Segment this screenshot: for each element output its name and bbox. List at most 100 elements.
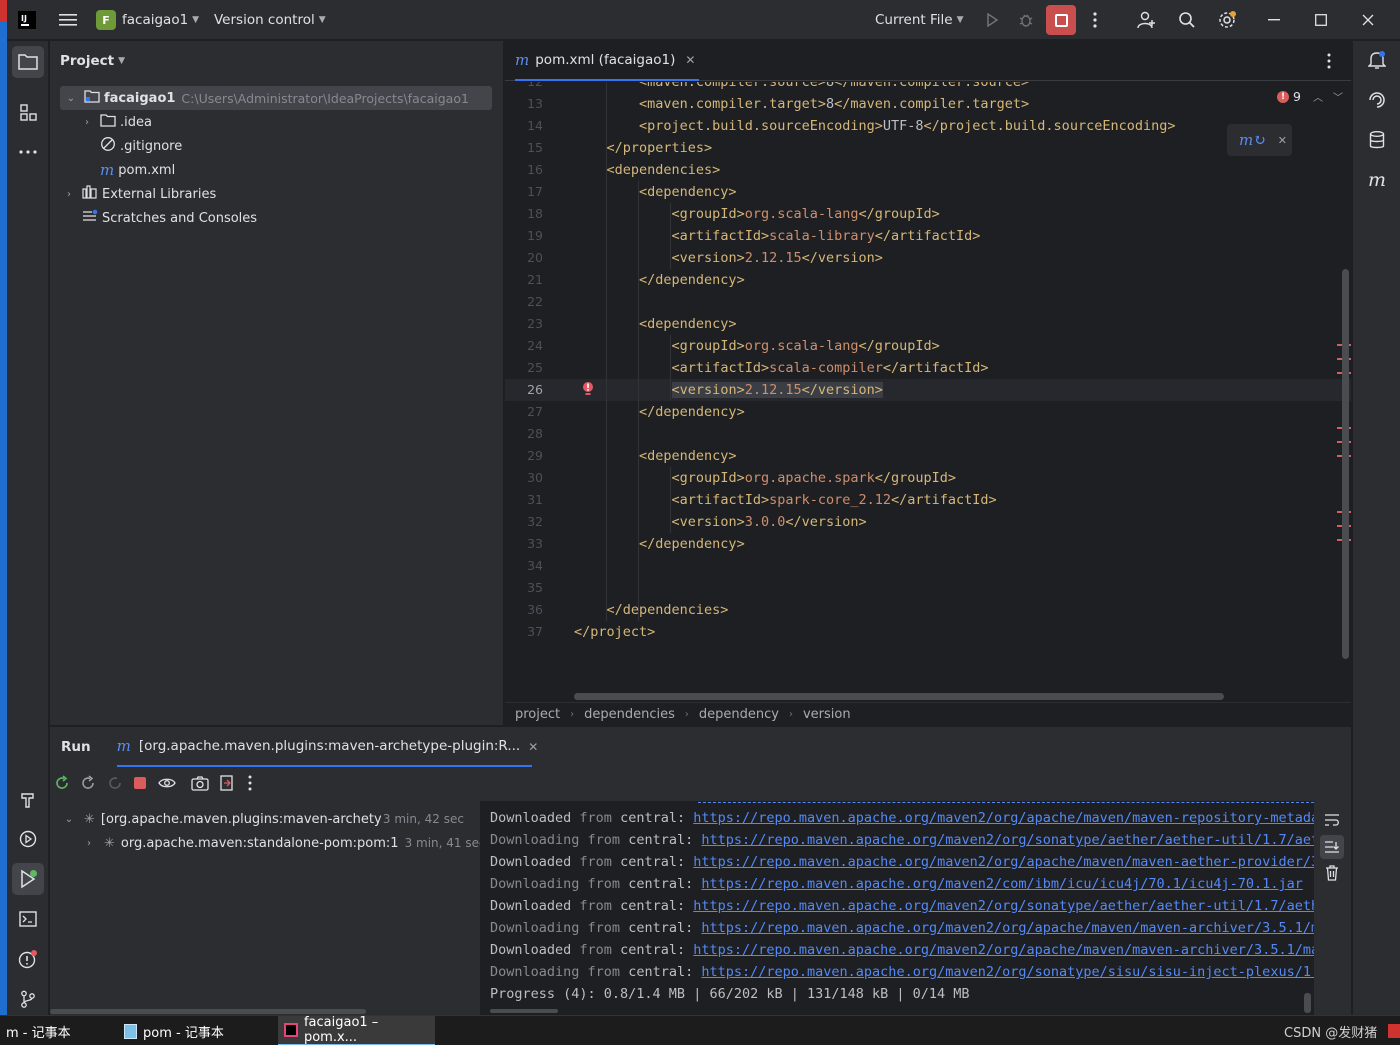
tree-item-pom[interactable]: m pom.xml bbox=[100, 158, 175, 182]
rerun-icon[interactable] bbox=[54, 775, 70, 795]
run-tree-item[interactable]: ⌄ ✳ [org.apache.maven.plugins:maven-arch… bbox=[62, 807, 464, 831]
ai-assistant-icon[interactable] bbox=[1361, 84, 1393, 116]
horizontal-scrollbar[interactable] bbox=[50, 1009, 366, 1014]
clear-trash-icon[interactable] bbox=[1325, 865, 1339, 885]
more-tools-icon[interactable] bbox=[12, 136, 44, 168]
project-panel-header[interactable]: Project ▼ bbox=[60, 51, 125, 71]
database-icon[interactable] bbox=[1361, 124, 1393, 156]
problems-icon[interactable] bbox=[12, 943, 44, 975]
taskbar-item-notepad-pom[interactable]: pom - 记事本 bbox=[118, 1016, 270, 1045]
vertical-scrollbar[interactable] bbox=[1304, 993, 1311, 1013]
project-switcher[interactable]: F facaigao1 ▼ bbox=[96, 0, 199, 40]
build-hammer-icon[interactable] bbox=[12, 783, 44, 815]
settings-gear-icon[interactable] bbox=[1214, 7, 1240, 33]
console-link[interactable]: https://repo.maven.apache.org/maven2/org… bbox=[701, 920, 1314, 936]
main-menu-icon[interactable] bbox=[55, 7, 81, 33]
project-name: facaigao1 bbox=[122, 12, 189, 28]
tree-item-label: .idea bbox=[120, 114, 152, 130]
run-tree-item[interactable]: › ✳ org.apache.maven:standalone-pom:pom:… bbox=[82, 831, 486, 855]
inspection-widget[interactable]: ! 9 ︿ ﹀ bbox=[1277, 89, 1343, 104]
console-link[interactable]: https://repo.maven.apache.org/maven2/org… bbox=[693, 898, 1314, 914]
close-tab-icon[interactable]: ✕ bbox=[685, 53, 695, 67]
eye-icon[interactable] bbox=[158, 775, 176, 795]
more-actions-icon[interactable] bbox=[248, 775, 252, 795]
camera-icon[interactable] bbox=[191, 775, 209, 795]
console-link[interactable]: https://repo.maven.apache.org/maven2/org… bbox=[693, 942, 1314, 958]
chevron-right-icon[interactable]: › bbox=[82, 838, 96, 849]
minimize-window-icon[interactable] bbox=[1261, 7, 1287, 33]
chevron-right-icon[interactable]: › bbox=[62, 189, 76, 200]
close-popup-icon[interactable]: ✕ bbox=[1278, 134, 1287, 147]
tree-item-external-libraries[interactable]: › External Libraries bbox=[62, 182, 216, 206]
next-error-icon[interactable]: ﹀ bbox=[1333, 89, 1343, 104]
restart-icon[interactable] bbox=[107, 775, 123, 795]
run-config-selector[interactable]: Current File ▼ bbox=[875, 0, 964, 40]
run-tab[interactable]: m [org.apache.maven.plugins:maven-archet… bbox=[116, 727, 533, 767]
notifications-bell-icon[interactable] bbox=[1361, 44, 1393, 76]
git-icon[interactable] bbox=[12, 983, 44, 1015]
soft-wrap-icon[interactable] bbox=[1324, 813, 1340, 831]
services-icon[interactable] bbox=[12, 823, 44, 855]
breadcrumb-item[interactable]: dependencies bbox=[584, 707, 675, 722]
console-output[interactable]: Downloaded from central: https://repo.ma… bbox=[480, 801, 1314, 1016]
taskbar-item-notepad-m[interactable]: m - 记事本 bbox=[0, 1016, 110, 1045]
chevron-right-icon[interactable]: › bbox=[80, 117, 94, 128]
close-window-icon[interactable] bbox=[1355, 7, 1381, 33]
editor-more-icon[interactable] bbox=[1327, 53, 1331, 73]
load-maven-changes-icon[interactable]: m↻ bbox=[1239, 131, 1266, 149]
previous-error-icon[interactable]: ︿ bbox=[1313, 89, 1323, 104]
tree-item-scratches[interactable]: Scratches and Consoles bbox=[82, 206, 257, 230]
console-line: Downloading from central: https://repo.m… bbox=[490, 876, 1303, 892]
run-tool-icon[interactable] bbox=[12, 863, 44, 895]
stop-icon[interactable] bbox=[134, 777, 146, 789]
rerun-failed-icon[interactable] bbox=[80, 775, 96, 795]
add-user-icon[interactable] bbox=[1134, 7, 1160, 33]
horizontal-scrollbar[interactable] bbox=[490, 1009, 558, 1013]
maven-reload-popup: m↻ ✕ bbox=[1227, 124, 1292, 156]
console-link[interactable]: https://repo.maven.apache.org/maven2/org… bbox=[701, 964, 1314, 980]
chevron-down-icon: ▼ bbox=[118, 56, 125, 66]
debug-icon[interactable] bbox=[1013, 7, 1039, 33]
folder-icon bbox=[100, 113, 116, 131]
console-progress-line: Progress (4): 0.8/1.4 MB | 66/202 kB | 1… bbox=[490, 986, 970, 1002]
code-editor[interactable]: 12 13 14 15 16 17 18 19 20 21 22 23 24 2… bbox=[505, 82, 1351, 702]
code-line-26: <version>2.12.15</version> bbox=[671, 382, 883, 398]
run-icon[interactable] bbox=[979, 7, 1005, 33]
breadcrumb-item[interactable]: project bbox=[515, 707, 560, 722]
version-control-menu[interactable]: Version control ▼ bbox=[214, 0, 326, 40]
tree-item-root[interactable]: ⌄ facaigao1 C:\Users\Administrator\IdeaP… bbox=[60, 86, 492, 110]
scroll-to-end-icon[interactable] bbox=[1320, 835, 1344, 859]
breadcrumb-item[interactable]: dependency bbox=[699, 707, 779, 722]
chevron-down-icon[interactable]: ⌄ bbox=[64, 93, 78, 104]
stop-button[interactable] bbox=[1046, 5, 1076, 35]
console-link[interactable]: https://repo.maven.apache.org/maven2/org… bbox=[693, 810, 1314, 826]
editor-tab-pom[interactable]: m pom.xml (facaigao1) ✕ bbox=[515, 41, 700, 81]
line-number: 21 bbox=[527, 272, 543, 287]
code-line-29: <dependency> bbox=[639, 448, 737, 464]
search-icon[interactable] bbox=[1174, 7, 1200, 33]
chevron-down-icon[interactable]: ⌄ bbox=[62, 814, 76, 825]
console-link[interactable]: https://repo.maven.apache.org/maven2/org… bbox=[701, 832, 1314, 848]
horizontal-scrollbar[interactable] bbox=[574, 693, 1224, 700]
tree-item-gitignore[interactable]: .gitignore bbox=[100, 134, 182, 158]
console-link[interactable]: https://repo.maven.apache.org/maven2/org… bbox=[693, 854, 1314, 870]
maven-icon[interactable]: m bbox=[1361, 164, 1393, 196]
export-icon[interactable] bbox=[219, 775, 235, 795]
project-folder-icon[interactable] bbox=[12, 46, 44, 78]
desktop-edge bbox=[0, 0, 7, 1015]
os-taskbar: m - 记事本 pom - 记事本 facaigao1 – pom.x... C… bbox=[0, 1015, 1400, 1045]
terminal-icon[interactable] bbox=[12, 903, 44, 935]
svg-text:IJ: IJ bbox=[21, 14, 27, 23]
tray-app-icon[interactable] bbox=[1388, 1024, 1400, 1038]
maximize-window-icon[interactable] bbox=[1308, 7, 1334, 33]
close-tab-icon[interactable]: ✕ bbox=[528, 740, 538, 754]
taskbar-item-intellij[interactable]: facaigao1 – pom.x... bbox=[278, 1015, 435, 1045]
vertical-scrollbar[interactable] bbox=[1342, 269, 1349, 659]
tree-item-idea[interactable]: › .idea bbox=[80, 110, 152, 134]
console-line: Downloaded from central: https://repo.ma… bbox=[490, 851, 1314, 873]
breadcrumb-item[interactable]: version bbox=[803, 707, 851, 722]
structure-icon[interactable] bbox=[12, 96, 44, 128]
more-actions-icon[interactable] bbox=[1082, 7, 1108, 33]
console-link[interactable]: https://repo.maven.apache.org/maven2/com… bbox=[701, 876, 1302, 892]
app-logo-icon[interactable]: IJ bbox=[17, 0, 37, 40]
